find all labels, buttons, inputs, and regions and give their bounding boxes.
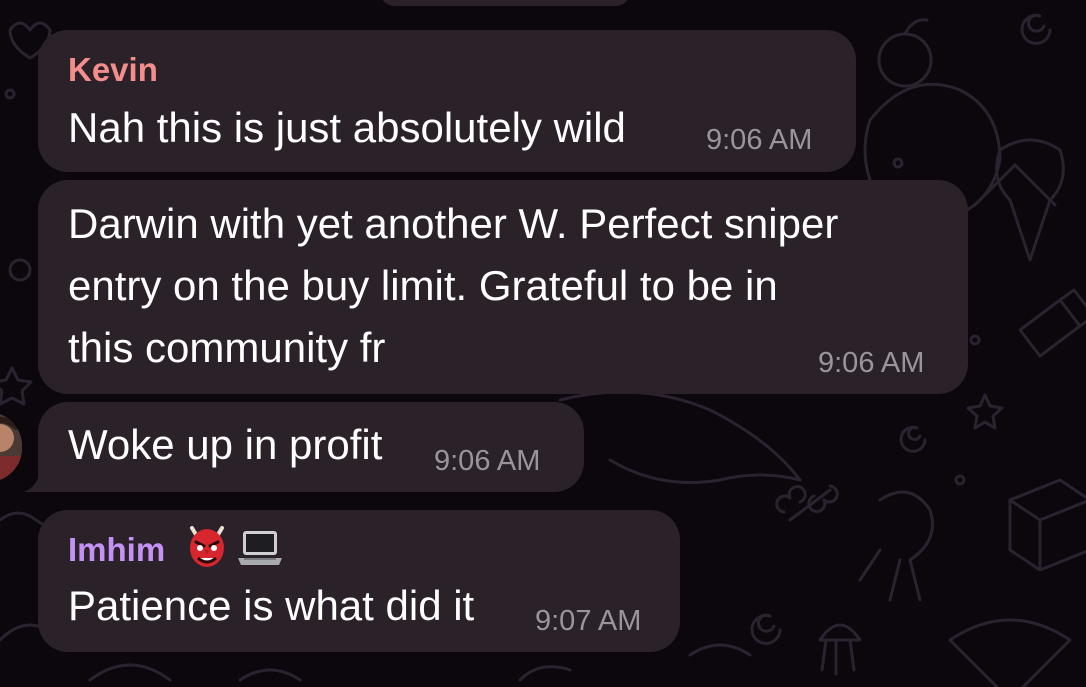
message-text-line: this community fr <box>68 324 386 371</box>
japanese-goblin-emoji <box>190 526 224 567</box>
message-text-line: Darwin with yet another W. Perfect snipe… <box>68 200 839 247</box>
message-bubble[interactable]: Imhim Patience is what did it 9:07 AM <box>38 510 680 652</box>
message-text-line: entry on the buy limit. Grateful to be i… <box>68 262 778 309</box>
sender-avatar[interactable] <box>0 412 22 482</box>
message-timestamp: 9:06 AM <box>434 445 541 477</box>
message-timestamp: 9:07 AM <box>535 605 642 637</box>
message-text: Nah this is just absolutely wild <box>68 104 626 151</box>
message-timestamp: 9:06 AM <box>706 124 813 156</box>
message-bubble[interactable]: Woke up in profit 9:06 AM <box>38 402 584 492</box>
bubble-tail <box>24 470 54 492</box>
message-bubble[interactable]: Darwin with yet another W. Perfect snipe… <box>38 180 968 394</box>
message-list[interactable]: Kevin Nah this is just absolutely wild 9… <box>0 0 1086 687</box>
sender-name[interactable]: Kevin <box>68 52 158 88</box>
previous-message-bubble <box>380 0 630 6</box>
sender-name[interactable]: Imhim <box>68 532 165 568</box>
message-timestamp: 9:06 AM <box>818 347 925 379</box>
message-bubble[interactable]: Kevin Nah this is just absolutely wild 9… <box>38 30 856 172</box>
laptop-emoji <box>238 531 282 565</box>
message-text: Woke up in profit <box>68 421 383 468</box>
avatar-photo <box>0 412 22 482</box>
message-text: Patience is what did it <box>68 582 475 629</box>
